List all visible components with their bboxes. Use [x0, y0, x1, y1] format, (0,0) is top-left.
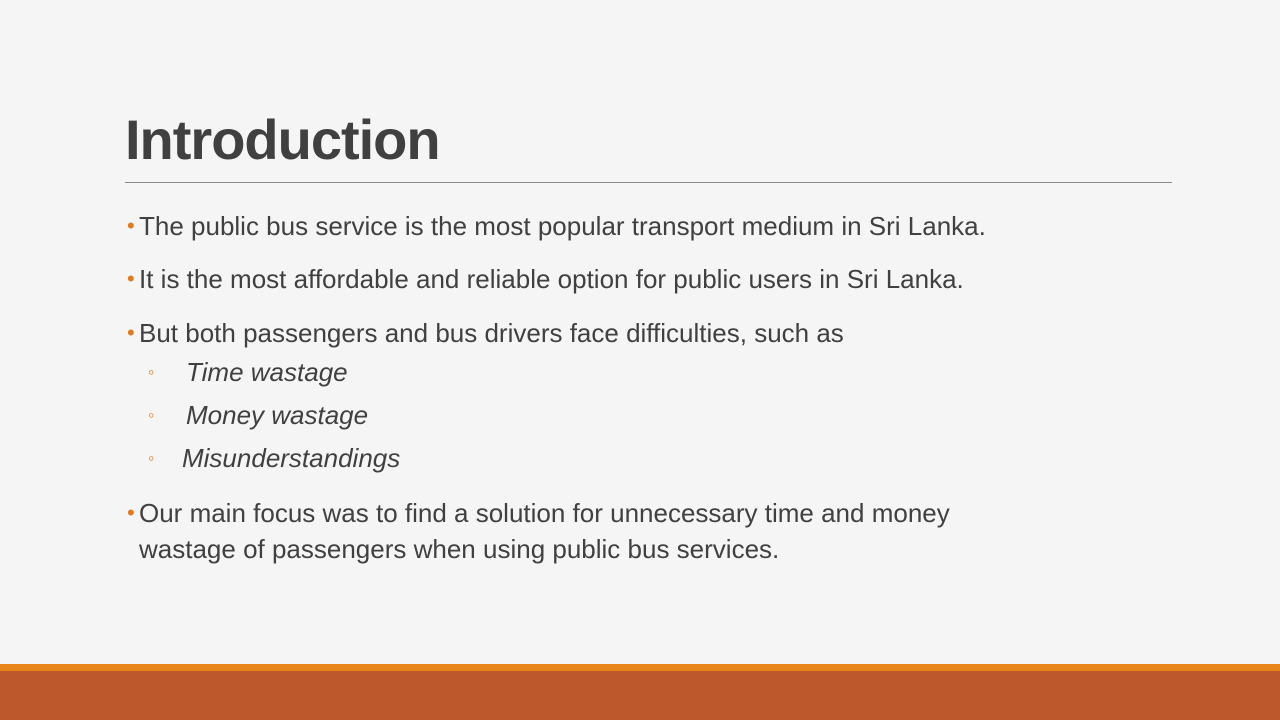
sub-bullet-circle-icon: ◦: [148, 448, 155, 468]
sub-bullet-text: Time wastage: [186, 357, 348, 387]
bullet-item: • It is the most affordable and reliable…: [127, 261, 964, 297]
bullet-dot-icon: •: [127, 266, 135, 291]
bullet-dot-icon: •: [127, 500, 135, 525]
footer-accent-stripe: [0, 664, 1280, 671]
sub-bullet-circle-icon: ◦: [148, 405, 155, 425]
slide-title: Introduction: [125, 108, 441, 171]
sub-bullet-text: Misunderstandings: [182, 443, 401, 473]
sub-bullet-circle-icon: ◦: [148, 362, 155, 382]
bullet-text-line-1: Our main focus was to find a solution fo…: [139, 498, 950, 528]
sub-bullet-item: ◦ Misunderstandings: [148, 440, 400, 476]
bullet-dot-icon: •: [127, 213, 135, 238]
bullet-text-line-2: wastage of passengers when using public …: [139, 534, 780, 564]
sub-bullet-item: ◦ Money wastage: [148, 397, 368, 433]
sub-bullet-text: Money wastage: [186, 400, 369, 430]
bullet-item: • Our main focus was to find a solution …: [127, 495, 950, 567]
bullet-text: But both passengers and bus drivers face…: [139, 318, 844, 348]
bullet-text: The public bus service is the most popul…: [139, 211, 986, 241]
title-divider: [125, 182, 1172, 183]
bullet-item: • The public bus service is the most pop…: [127, 208, 986, 244]
footer-band: [0, 671, 1280, 720]
bullet-dot-icon: •: [127, 320, 135, 345]
slide: Introduction • The public bus service is…: [0, 0, 1280, 720]
bullet-text: It is the most affordable and reliable o…: [139, 264, 964, 294]
sub-bullet-item: ◦ Time wastage: [148, 354, 348, 390]
bullet-item: • But both passengers and bus drivers fa…: [127, 315, 844, 351]
